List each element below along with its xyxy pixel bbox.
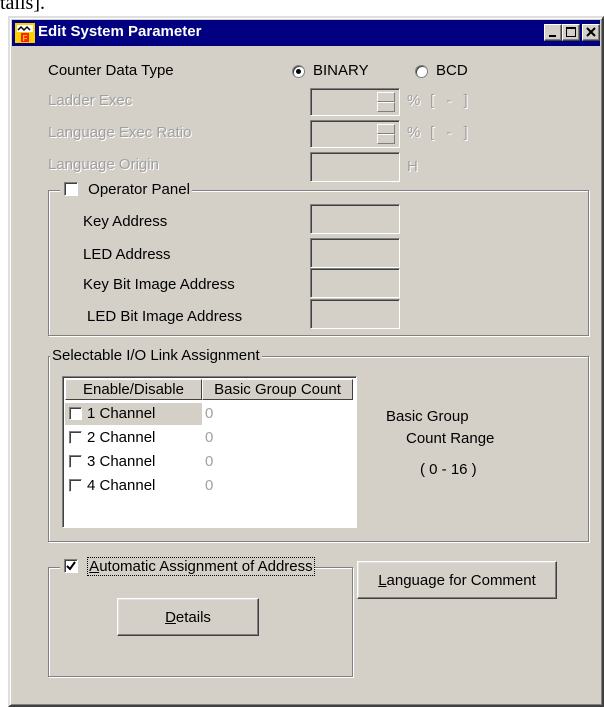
app-icon: F — [15, 23, 35, 43]
channel-4-checkbox[interactable] — [69, 479, 82, 492]
bcd-radio-label[interactable]: BCD — [436, 62, 468, 79]
maximize-icon — [566, 27, 576, 37]
window-title: Edit System Parameter — [38, 23, 202, 40]
language-exec-ratio-label: Language Exec Ratio — [48, 124, 192, 141]
channel-1-checkbox[interactable] — [69, 407, 82, 420]
language-origin-label: Language Origin — [48, 156, 159, 173]
basic-group-count-column-header[interactable]: Basic Group Count — [202, 379, 353, 400]
led-bit-image-address-label: LED Bit Image Address — [87, 308, 243, 325]
channel-2-name: 2 Channel — [87, 429, 156, 446]
table-row[interactable]: 2 Channel 0 — [65, 427, 423, 449]
count-range-title-line2: Count Range — [406, 430, 495, 447]
language-for-comment-label: Language for Comment — [378, 571, 536, 589]
channel-3-checkbox[interactable] — [69, 455, 82, 468]
channel-1-name: 1 Channel — [87, 405, 156, 422]
spin-up-icon[interactable] — [377, 124, 395, 134]
operator-panel-checkbox[interactable] — [64, 182, 78, 196]
checkmark-icon — [66, 561, 76, 571]
auto-assign-checkbox[interactable] — [64, 559, 78, 573]
channel-2-checkbox[interactable] — [69, 431, 82, 444]
spin-down-icon[interactable] — [377, 102, 395, 112]
spin-up-icon[interactable] — [377, 92, 395, 102]
spin-down-icon[interactable] — [377, 134, 395, 144]
count-range-title-line1: Basic Group — [386, 408, 469, 425]
close-button[interactable] — [582, 24, 600, 41]
operator-panel-title: Operator Panel — [60, 181, 192, 198]
language-exec-ratio-unit: % — [407, 124, 421, 141]
language-origin-unit: H — [407, 158, 418, 175]
led-address-label: LED Address — [83, 246, 171, 263]
bcd-radio[interactable] — [415, 65, 428, 78]
ladder-exec-spinner[interactable] — [377, 92, 395, 112]
details-button-label: Details — [165, 608, 211, 626]
led-bit-image-address-input[interactable] — [310, 299, 400, 329]
channel-2-count[interactable]: 0 — [205, 429, 213, 446]
auto-assign-label[interactable]: Automatic Assignment of Address — [87, 557, 315, 576]
io-link-listview[interactable]: Enable/Disable Basic Group Count 1 Chann… — [62, 376, 357, 528]
channel-3-name: 3 Channel — [87, 453, 156, 470]
count-range-value: ( 0 - 16 ) — [420, 461, 477, 478]
channel-3-count[interactable]: 0 — [205, 453, 213, 470]
enable-disable-column-header[interactable]: Enable/Disable — [65, 379, 202, 400]
language-exec-ratio-spinner[interactable] — [377, 124, 395, 144]
background-page-text: tails]. — [0, 0, 45, 14]
key-address-label: Key Address — [83, 213, 168, 230]
io-link-group-title: Selectable I/O Link Assignment — [50, 347, 262, 364]
led-address-input[interactable] — [310, 238, 400, 268]
channel-1-count[interactable]: 0 — [205, 405, 213, 422]
counter-data-type-label: Counter Data Type — [48, 62, 174, 79]
svg-text:F: F — [23, 34, 28, 43]
binary-radio-label[interactable]: BINARY — [313, 62, 369, 79]
channel-4-name: 4 Channel — [87, 477, 156, 494]
table-row[interactable]: 1 Channel 0 — [65, 403, 423, 425]
language-exec-ratio-range: [ - ] — [430, 124, 472, 141]
channel-4-count[interactable]: 0 — [205, 477, 213, 494]
minimize-button[interactable] — [544, 24, 562, 41]
ladder-exec-unit: % — [407, 92, 421, 109]
ladder-exec-range: [ - ] — [430, 92, 472, 109]
details-button[interactable]: Details — [117, 598, 259, 636]
edit-system-parameter-window: F Edit System Parameter Counter Data Typ… — [8, 16, 604, 707]
table-row[interactable]: 4 Channel 0 — [65, 475, 423, 497]
table-row[interactable]: 3 Channel 0 — [65, 451, 423, 473]
key-address-input[interactable] — [310, 204, 400, 234]
language-for-comment-button[interactable]: Language for Comment — [357, 561, 557, 599]
key-bit-image-address-input[interactable] — [310, 268, 400, 298]
operator-panel-label[interactable]: Operator Panel — [88, 181, 190, 198]
auto-assign-title: Automatic Assignment of Address — [60, 557, 315, 576]
binary-radio[interactable] — [292, 65, 305, 78]
title-bar[interactable]: F Edit System Parameter — [12, 20, 600, 46]
radio-selected-dot — [296, 69, 301, 74]
key-bit-image-address-label: Key Bit Image Address — [83, 276, 235, 293]
minimize-icon — [549, 35, 556, 37]
language-origin-input[interactable] — [310, 152, 400, 182]
ladder-exec-label: Ladder Exec — [48, 92, 133, 109]
close-icon — [586, 27, 596, 37]
maximize-button[interactable] — [562, 24, 580, 41]
